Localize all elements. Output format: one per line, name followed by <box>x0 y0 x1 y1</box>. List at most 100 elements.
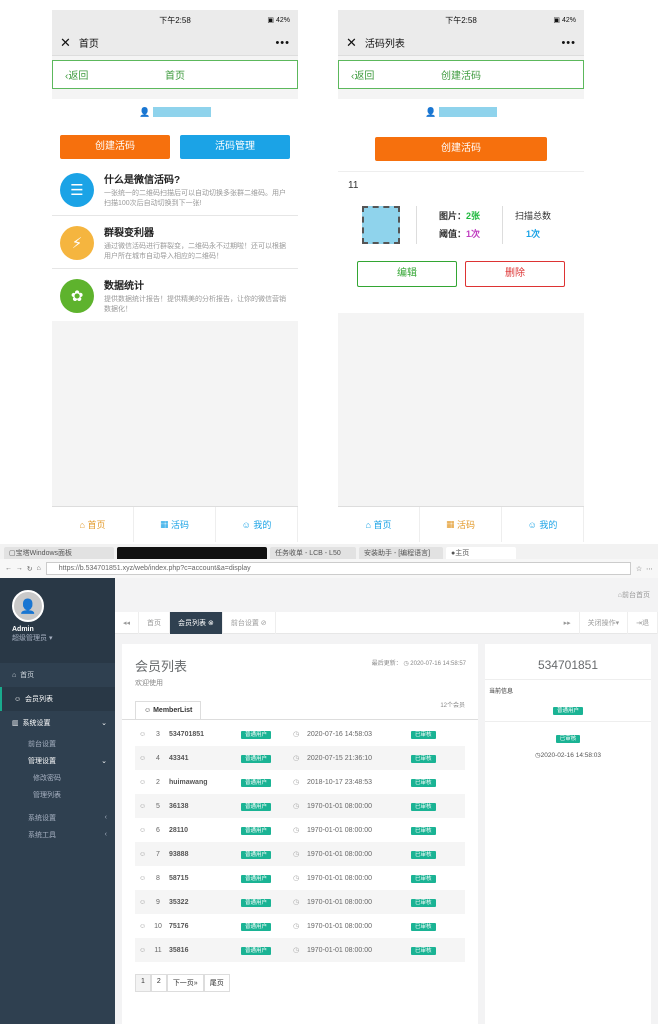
back-icon[interactable]: ← <box>5 565 12 572</box>
member-name: 93888 <box>169 850 189 858</box>
last-updated: 最后更新： ◷ 2020-07-16 14:58:57 <box>371 661 466 667</box>
edit-button[interactable]: 编辑 <box>357 261 457 287</box>
create-code-button[interactable]: 创建活码 <box>375 137 547 161</box>
more-icon[interactable]: ••• <box>275 37 290 49</box>
menu-icon[interactable]: ⋯ <box>646 565 653 573</box>
browser-tab-active[interactable]: ● 主页 <box>446 547 516 559</box>
table-row[interactable]: ☺ 6 28110 普通用户 ◷ 1970-01-01 08:00:00 已审核 <box>135 818 465 842</box>
member-type: 普通用户 <box>241 802 293 811</box>
tab-members[interactable]: 会员列表 ⊗ <box>170 611 223 634</box>
browser-tab-redacted[interactable] <box>117 547 267 559</box>
table-row[interactable]: ☺ 8 58715 普通用户 ◷ 1970-01-01 08:00:00 已审核 <box>135 866 465 890</box>
tab-home[interactable]: ⌂ 首页 <box>338 507 420 542</box>
detail-name: 534701851 <box>485 644 651 680</box>
admin-role[interactable]: 超级管理员 ▾ <box>12 633 115 643</box>
close-icon[interactable]: ✕ <box>346 35 357 51</box>
close-ops-dropdown[interactable]: 关闭操作 ▾ <box>580 611 629 634</box>
clock-icon: ◷ <box>293 947 300 954</box>
qr-code-image[interactable] <box>362 206 400 244</box>
back-button[interactable]: ‹返回 <box>351 67 374 82</box>
reload-icon[interactable]: ↻ <box>27 565 33 573</box>
page-2[interactable]: 2 <box>150 974 167 992</box>
browser-tab[interactable]: 任务收单 - LCB - L50 <box>270 547 356 559</box>
code-name: 11 <box>348 180 359 191</box>
member-name: 35322 <box>169 898 189 906</box>
user-icon: ☺ <box>139 778 147 786</box>
status-bar: 下午2:58 ▣ 42% <box>338 10 584 30</box>
sidebar-sub-frontend[interactable]: 前台设置 <box>0 735 115 752</box>
member-time: 2020-07-15 21:36:10 <box>307 754 372 762</box>
create-code-button[interactable]: 创建活码 <box>60 135 170 159</box>
forward-icon[interactable]: → <box>16 565 23 572</box>
member-time: 1970-01-01 08:00:00 <box>307 946 372 954</box>
threshold-value: 1次 <box>466 229 481 239</box>
url-input[interactable]: https://b.534701851.xyz/web/index.php?c=… <box>45 562 631 575</box>
status-time: 下午2:58 <box>159 15 191 25</box>
user-icon: ☺ <box>139 946 147 954</box>
admin-sidebar: 👤 Admin 超级管理员 ▾ ⌂ 首页 ☺ 会员列表 ▥ 系统设置 ⌄ 前台设置… <box>0 578 115 1024</box>
user-icon: 👤 <box>425 106 437 117</box>
member-list-panel: 会员列表 欢迎使用 最后更新： ◷ 2020-07-16 14:58:57 ☺ … <box>122 644 478 1024</box>
sidebar-item-members[interactable]: ☺ 会员列表 <box>0 687 115 711</box>
tab-frontend[interactable]: 前台设置 ⊘ <box>223 611 276 634</box>
table-row[interactable]: ☺ 2 huimawang 普通用户 ◷ 2018-10-17 23:48:53 已审核 <box>135 770 465 794</box>
more-icon[interactable]: ••• <box>561 37 576 49</box>
page-title: 会员列表 <box>135 659 188 674</box>
page-1[interactable]: 1 <box>135 974 151 992</box>
tab-next[interactable]: ▸▸ <box>556 611 580 634</box>
sidebar-item-settings[interactable]: ▥ 系统设置 ⌄ <box>0 711 115 735</box>
exit-button[interactable]: ⇥ 退 <box>628 611 658 634</box>
manage-code-button[interactable]: 活码管理 <box>180 135 290 159</box>
table-row[interactable]: ☺ 11 35816 普通用户 ◷ 1970-01-01 08:00:00 已审核 <box>135 938 465 962</box>
sidebar-sub-password[interactable]: 修改密码 <box>0 769 115 786</box>
nav-bar: ‹返回 创建活码 <box>338 60 584 89</box>
tab-mine[interactable]: ☺ 我的 <box>216 507 298 542</box>
sidebar-item-home[interactable]: ⌂ 首页 <box>0 663 115 687</box>
table-row[interactable]: ☺ 10 75176 普通用户 ◷ 1970-01-01 08:00:00 已审核 <box>135 914 465 938</box>
back-button[interactable]: ‹返回 <box>65 67 88 82</box>
tab-prev[interactable]: ◂◂ <box>115 611 140 634</box>
tab-home[interactable]: ⌂ 首页 <box>52 507 134 542</box>
next-page[interactable]: 下一页» <box>166 974 204 992</box>
last-page[interactable]: 尾页 <box>203 974 230 992</box>
battery-level: ▣ 42% <box>267 17 290 24</box>
tab-codes[interactable]: ▦ 活码 <box>134 507 216 542</box>
feature-title: 什么是微信活码? <box>104 175 181 186</box>
tab-memberlist[interactable]: ☺ MemberList <box>135 701 202 719</box>
table-row[interactable]: ☺ 4 43341 普通用户 ◷ 2020-07-15 21:36:10 已审核 <box>135 746 465 770</box>
member-id: 9 <box>156 898 160 906</box>
feature-list: ☰ 什么是微信活码? 一张统一的二维码扫描后可以自动切换多张群二维码。用户扫描100… <box>52 163 298 321</box>
member-status: 已审核 <box>411 802 436 811</box>
sidebar-sub-manage[interactable]: 管理设置 ⌄ <box>0 752 115 769</box>
sidebar-sub-system[interactable]: 系统设置 ‹ <box>0 809 115 826</box>
table-row[interactable]: ☺ 3 534701851 普通用户 ◷ 2020-07-16 14:58:03 已审核 <box>135 722 465 746</box>
feature-item[interactable]: ✿ 数据统计 提供数据统计报告！提供精美的分析报告，让你的微信营销数据化！ <box>52 269 298 321</box>
feature-item[interactable]: ⚡ 群裂变利器 通过微信活码进行群裂变，二维码永不过期啦！还可以根据用户所在城市自动… <box>52 216 298 269</box>
table-row[interactable]: ☺ 7 93888 普通用户 ◷ 1970-01-01 08:00:00 已审核 <box>135 842 465 866</box>
tab-codes[interactable]: ▦ 活码 <box>420 507 502 542</box>
close-icon[interactable]: ✕ <box>60 35 71 51</box>
table-row[interactable]: ☺ 5 36138 普通用户 ◷ 1970-01-01 08:00:00 已审核 <box>135 794 465 818</box>
home-icon[interactable]: ⌂ <box>37 565 41 572</box>
breadcrumb[interactable]: ⌂ 前台首页 <box>115 578 658 612</box>
member-time: 1970-01-01 08:00:00 <box>307 922 372 930</box>
member-id: 4 <box>156 754 160 762</box>
star-icon[interactable]: ☆ <box>636 565 642 573</box>
member-type: 普通用户 <box>241 946 293 955</box>
nav-bar: ‹返回 首页 <box>52 60 298 89</box>
clock-icon: ◷ <box>293 731 300 738</box>
tab-home[interactable]: 首页 <box>139 611 171 634</box>
member-status: 已审核 <box>411 850 436 859</box>
member-time: 1970-01-01 08:00:00 <box>307 874 372 882</box>
feature-title: 数据统计 <box>104 281 144 292</box>
feature-item[interactable]: ☰ 什么是微信活码? 一张统一的二维码扫描后可以自动切换多张群二维码。用户扫描100… <box>52 163 298 216</box>
status-bar: 下午2:58 ▣ 42% <box>52 10 298 30</box>
sidebar-sub-tools[interactable]: 系统工具 ‹ <box>0 826 115 843</box>
browser-tab[interactable]: 安装助手 - [编程语言] <box>359 547 443 559</box>
browser-tab[interactable]: ▢ 宝塔Windows面板 <box>4 547 114 559</box>
tab-mine[interactable]: ☺ 我的 <box>502 507 584 542</box>
user-info: 👤 <box>338 99 584 125</box>
sidebar-sub-manage-list[interactable]: 管理列表 <box>0 786 115 803</box>
table-row[interactable]: ☺ 9 35322 普通用户 ◷ 1970-01-01 08:00:00 已审核 <box>135 890 465 914</box>
delete-button[interactable]: 删除 <box>465 261 565 287</box>
